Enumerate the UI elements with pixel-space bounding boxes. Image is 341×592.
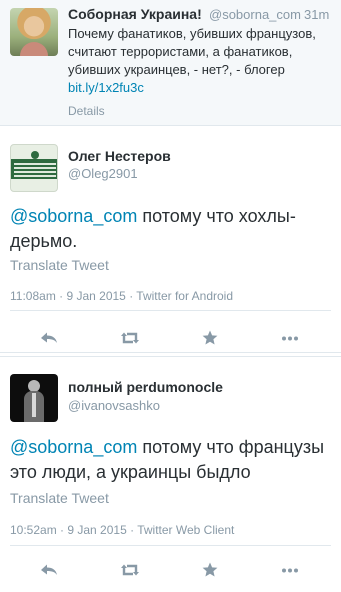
star-icon <box>202 330 218 345</box>
author-name[interactable]: Соборная Украина! <box>68 6 202 22</box>
tweet-meta[interactable]: 11:08am · 9 Jan 2015 · Twitter for Andro… <box>10 289 233 303</box>
translate-tweet-link[interactable]: Translate Tweet <box>10 490 109 506</box>
author-handle[interactable]: @ivanovsashko <box>68 398 160 413</box>
author-handle[interactable]: @Oleg2901 <box>68 166 138 181</box>
tweet-link[interactable]: bit.ly/1x2fu3c <box>68 80 144 95</box>
reply-tweet: полный perdumonocle @ivanovsashko @sobor… <box>0 356 341 592</box>
reply-button[interactable] <box>37 558 61 582</box>
mention-link[interactable]: @soborna_com <box>10 206 137 226</box>
tweet-meta[interactable]: 10:52am · 9 Jan 2015 · Twitter Web Clien… <box>10 523 234 537</box>
tweet-actions <box>0 326 341 350</box>
translate-tweet-link[interactable]: Translate Tweet <box>10 257 109 273</box>
author-name[interactable]: полный perdumonocle <box>68 379 223 395</box>
parent-tweet[interactable]: Соборная Украина! @soborna_com 31m Почем… <box>0 0 341 126</box>
tweet-text-body: Почему фанатиков, убивших французов, счи… <box>68 26 316 77</box>
retweet-icon <box>121 332 139 344</box>
retweet-button[interactable] <box>118 326 142 350</box>
more-dots-icon <box>282 568 298 573</box>
retweet-icon <box>121 564 139 576</box>
tweet-text: @soborna_com потому что хохлы-дерьмо. <box>10 204 335 254</box>
avatar-figure <box>24 391 44 422</box>
favorite-button[interactable] <box>198 558 222 582</box>
avatar-banner <box>11 159 57 179</box>
timestamp[interactable]: 31m <box>304 7 329 22</box>
avatar[interactable] <box>10 374 58 422</box>
more-button[interactable] <box>278 558 302 582</box>
mention-link[interactable]: @soborna_com <box>10 437 137 457</box>
author-name[interactable]: Олег Нестеров <box>68 148 171 164</box>
retweet-button[interactable] <box>118 558 142 582</box>
favorite-button[interactable] <box>198 326 222 350</box>
more-button[interactable] <box>278 326 302 350</box>
author-handle[interactable]: @soborna_com <box>209 7 301 22</box>
divider <box>10 310 331 311</box>
reply-icon <box>41 564 57 575</box>
tweet-actions <box>0 558 341 582</box>
more-dots-icon <box>282 336 298 341</box>
star-icon <box>202 562 218 577</box>
details-link[interactable]: Details <box>68 104 105 118</box>
tweet-text: @soborna_com потому что французы это люд… <box>10 435 335 485</box>
divider <box>10 545 331 546</box>
reply-icon <box>41 332 57 343</box>
avatar-emblem <box>31 151 39 159</box>
avatar[interactable] <box>10 144 58 192</box>
reply-tweet: Олег Нестеров @Oleg2901 @soborna_com пот… <box>0 127 341 353</box>
avatar[interactable] <box>10 8 58 56</box>
tweet-text: Почему фанатиков, убивших французов, счи… <box>68 25 334 97</box>
reply-button[interactable] <box>37 326 61 350</box>
tweet-conversation: Соборная Украина! @soborna_com 31m Почем… <box>0 0 341 592</box>
